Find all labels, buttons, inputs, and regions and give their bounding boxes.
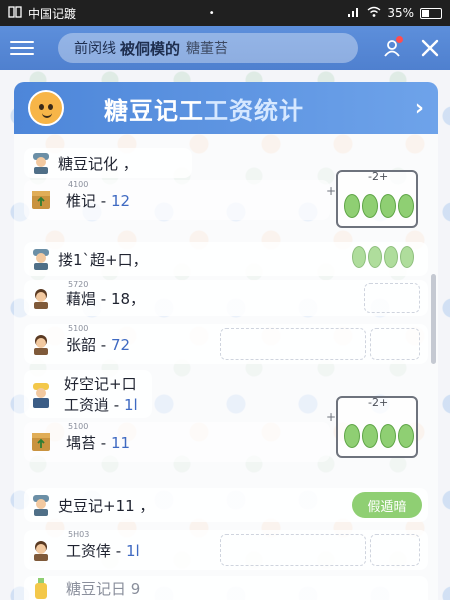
status-dot: • xyxy=(208,7,215,19)
notification-badge xyxy=(396,36,403,43)
row-label: 搂1`超+口， xyxy=(58,250,148,269)
worker-avatar-icon xyxy=(33,495,49,516)
input-placeholder-box[interactable] xyxy=(370,534,420,566)
worker-avatar-icon xyxy=(33,249,49,270)
foreman-avatar-icon xyxy=(33,383,49,408)
list-item[interactable]: 藉焻 - 18， 5720 xyxy=(24,280,428,316)
box-icon xyxy=(32,191,50,209)
row-value: 11 xyxy=(110,433,131,452)
box-icon xyxy=(32,433,50,451)
list-item[interactable]: 搂1`超+口， xyxy=(24,242,428,276)
input-placeholder-box[interactable] xyxy=(370,328,420,360)
chevron-right-icon[interactable]: › xyxy=(415,96,424,121)
input-placeholder-box[interactable] xyxy=(220,328,366,360)
header-title-accent: 工资统计 xyxy=(204,96,304,125)
battery-percent: 35% xyxy=(387,6,414,20)
battery-icon xyxy=(420,7,442,19)
row-small-number: 5100 xyxy=(68,324,89,333)
worker-avatar-icon xyxy=(34,541,48,561)
row-value: 1l xyxy=(123,396,138,414)
row-small-number: 5H03 xyxy=(68,530,90,539)
row-label: 藉焻 - 18， xyxy=(66,289,146,308)
wifi-icon xyxy=(367,6,381,21)
row-label: 糖豆记化 ， xyxy=(58,154,138,173)
egg-counter-widget[interactable]: + -2+ xyxy=(326,396,418,458)
record-list: 糖豆记化 ， 椎记 - 12 4100 + -2+ 搂1`超+口， 藉焻 - 1… xyxy=(14,134,438,600)
egg-group-icon xyxy=(352,246,414,268)
row-label: 椎记 - xyxy=(66,191,111,210)
row-value: 12 xyxy=(110,191,131,210)
egg-counter-widget[interactable]: + -2+ xyxy=(326,170,418,228)
row-small-number: 5720 xyxy=(68,280,89,289)
worker-avatar-icon xyxy=(34,335,48,355)
row-value: 72 xyxy=(110,335,131,354)
list-item[interactable]: 张韶 - 72 5100 xyxy=(24,324,428,364)
title-suffix: 糖董苔 xyxy=(186,41,229,57)
close-icon[interactable] xyxy=(420,38,440,58)
carrier-name: 中国记踱 xyxy=(28,6,77,21)
status-bar: 中国记踱 • 35% xyxy=(0,0,450,26)
user-icon[interactable] xyxy=(382,36,403,58)
row-value: 1l xyxy=(125,541,140,560)
plus-icon: + xyxy=(326,410,337,424)
row-label: 好空记+口 xyxy=(64,375,137,393)
header-title: 糖豆记工工资统计 xyxy=(104,91,304,126)
action-button[interactable]: 假遁暗 xyxy=(352,492,422,518)
title-main: 被侗模的 xyxy=(120,39,181,58)
app-bar: 前闵线 被侗模的 糖董苔 xyxy=(0,26,450,70)
row-label: 工资倖 - xyxy=(66,541,126,560)
row-label: 工资逍 - xyxy=(64,396,124,414)
header-card[interactable]: 糖豆记工工资统计 › xyxy=(14,82,438,134)
input-placeholder-box[interactable] xyxy=(364,283,420,313)
list-item[interactable]: 史豆记+11 ， 假遁暗 xyxy=(24,488,428,522)
list-item[interactable]: 工资倖 - 1l 5H03 xyxy=(24,530,428,570)
plus-icon: + xyxy=(326,184,337,198)
widget-label: -2+ xyxy=(368,170,389,183)
list-item[interactable]: 椎记 - 12 4100 xyxy=(24,180,330,220)
worker-avatar-icon xyxy=(33,153,49,174)
scrollbar[interactable] xyxy=(431,274,436,364)
row-label: 史豆记+11 ， xyxy=(58,496,155,515)
input-placeholder-box[interactable] xyxy=(220,534,366,566)
app-title: 前闵线 被侗模的 糖董苔 xyxy=(58,33,358,63)
list-item[interactable]: 糖豆记化 ， xyxy=(24,148,192,178)
mascot-icon xyxy=(28,90,64,126)
worker-avatar-icon xyxy=(34,289,48,309)
row-label: 张韶 - xyxy=(66,335,111,354)
row-small-number: 5100 xyxy=(68,422,89,431)
sim-icon xyxy=(8,5,22,21)
menu-icon[interactable] xyxy=(10,36,34,60)
row-label: 糖豆记日 9 xyxy=(66,579,141,598)
list-item[interactable]: 好空记+口 工资逍 - 1l xyxy=(24,370,152,418)
row-label: 堣苔 - xyxy=(66,433,111,452)
list-item[interactable]: 糖豆记日 9 xyxy=(24,576,428,600)
row-small-number: 4100 xyxy=(68,180,89,189)
title-prefix: 前闵线 xyxy=(74,41,116,57)
bottle-icon xyxy=(35,578,47,599)
list-item[interactable]: 堣苔 - 11 5100 xyxy=(24,422,330,462)
header-title-main: 糖豆记工 xyxy=(104,96,204,125)
signal-icon xyxy=(347,6,361,21)
widget-label: -2+ xyxy=(368,396,389,409)
